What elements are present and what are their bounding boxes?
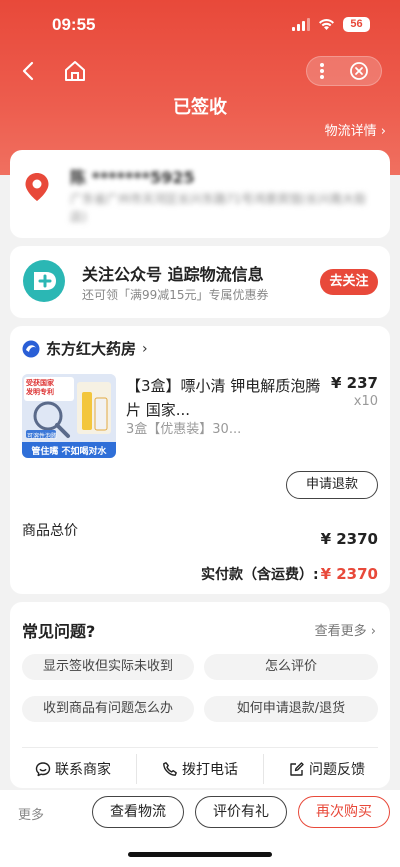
faq-title: 常见问题? xyxy=(22,622,96,641)
recipient-name: 陈 *******5925 xyxy=(70,168,195,187)
paid-amount-value: ¥ 2370 xyxy=(320,565,378,583)
total-price-value: ¥ 2370 xyxy=(320,530,378,548)
product-spec: 3盒【优惠装】30... xyxy=(126,422,242,437)
paid-amount-row: 实付款（含运费）: ¥ 2370 xyxy=(201,564,378,584)
status-bar: 09:55 56 xyxy=(0,0,400,50)
call-phone-button[interactable]: 拨打电话 xyxy=(136,754,263,784)
faq-question[interactable]: 显示签收但实际未收到 xyxy=(22,654,194,680)
contact-merchant-label: 联系商家 xyxy=(55,762,111,778)
product-image-text-1: 受获国家 xyxy=(26,379,54,387)
product-image[interactable]: 受获国家 发明专利 可溶性泡腾 管住嘴 不如喝对水 xyxy=(22,374,116,458)
faq-question[interactable]: 收到商品有问题怎么办 xyxy=(22,696,194,722)
faq-actions: 联系商家 拨打电话 问题反馈 xyxy=(10,754,390,784)
signal-icon xyxy=(292,18,310,31)
edit-icon xyxy=(290,762,304,776)
mini-program-capsule xyxy=(306,56,382,86)
phone-icon xyxy=(163,762,177,776)
order-card: 东方红大药房 › 受获国家 发明专利 可溶性泡腾 管住嘴 不如喝对水 【3盒】嘌… xyxy=(10,326,390,594)
call-phone-label: 拨打电话 xyxy=(182,762,238,778)
faq-more-link[interactable]: 查看更多 › xyxy=(315,620,376,639)
review-gift-button[interactable]: 评价有礼 xyxy=(195,796,287,828)
home-indicator xyxy=(128,852,272,857)
location-pin-icon xyxy=(25,173,49,201)
battery-indicator: 56 xyxy=(343,17,370,32)
feedback-button[interactable]: 问题反馈 xyxy=(263,754,390,784)
more-actions-button[interactable]: 更多 xyxy=(18,804,44,823)
shop-logo-icon xyxy=(22,340,40,357)
recipient-address: 广东省广州市天河区长兴东路71号鸿景宾馆(长兴南大街店) xyxy=(70,192,366,224)
product-image-text-4: 可溶性泡腾 xyxy=(27,433,58,440)
product-title[interactable]: 【3盒】嘌小清 钾电解质泡腾片 国家... xyxy=(126,374,326,422)
paid-amount-label: 实付款（含运费）: xyxy=(200,567,319,583)
product-image-text-3: 管住嘴 不如喝对水 xyxy=(31,447,107,457)
close-icon[interactable] xyxy=(349,61,369,81)
follow-account-card: 关注公众号 追踪物流信息 还可领「满99减15元」专属优惠券 去关注 xyxy=(10,246,390,318)
view-logistics-button[interactable]: 查看物流 xyxy=(92,796,184,828)
logistics-detail-link[interactable]: 物流详情 › xyxy=(325,120,386,139)
more-icon[interactable] xyxy=(319,62,325,80)
status-time: 09:55 xyxy=(52,15,96,34)
nav-bar xyxy=(0,52,400,92)
shop-name: 东方红大药房 xyxy=(46,340,137,358)
faq-question[interactable]: 如何申请退款/退货 xyxy=(204,696,378,722)
apply-refund-button[interactable]: 申请退款 xyxy=(286,471,378,499)
shop-link[interactable]: 东方红大药房 › xyxy=(22,338,148,359)
faq-question[interactable]: 怎么评价 xyxy=(204,654,378,680)
chevron-right-icon: › xyxy=(142,340,148,357)
product-image-text-2: 发明专利 xyxy=(26,388,54,396)
total-price-label: 商品总价 xyxy=(22,523,78,539)
status-indicators: 56 xyxy=(292,17,370,32)
buy-again-button[interactable]: 再次购买 xyxy=(298,796,390,828)
wifi-icon xyxy=(319,19,334,30)
feedback-label: 问题反馈 xyxy=(309,762,365,778)
product-quantity: x10 xyxy=(353,394,378,409)
page-title: 已签收 xyxy=(173,97,227,118)
delivery-tracking-icon xyxy=(23,260,65,302)
follow-title: 关注公众号 追踪物流信息 xyxy=(82,265,264,284)
contact-merchant-button[interactable]: 联系商家 xyxy=(10,754,136,784)
home-icon[interactable] xyxy=(62,58,88,84)
follow-button[interactable]: 去关注 xyxy=(320,269,378,295)
chat-icon xyxy=(35,762,51,777)
faq-card: 常见问题? 查看更多 › 显示签收但实际未收到 怎么评价 收到商品有问题怎么办 … xyxy=(10,602,390,788)
follow-subtitle: 还可领「满99减15元」专属优惠券 xyxy=(82,288,269,302)
product-price: ¥ 237 xyxy=(331,374,378,392)
faq-divider xyxy=(22,747,378,748)
address-card: 陈 *******5925 广东省广州市天河区长兴东路71号鸿景宾馆(长兴南大街… xyxy=(10,150,390,238)
back-icon[interactable] xyxy=(16,58,42,84)
